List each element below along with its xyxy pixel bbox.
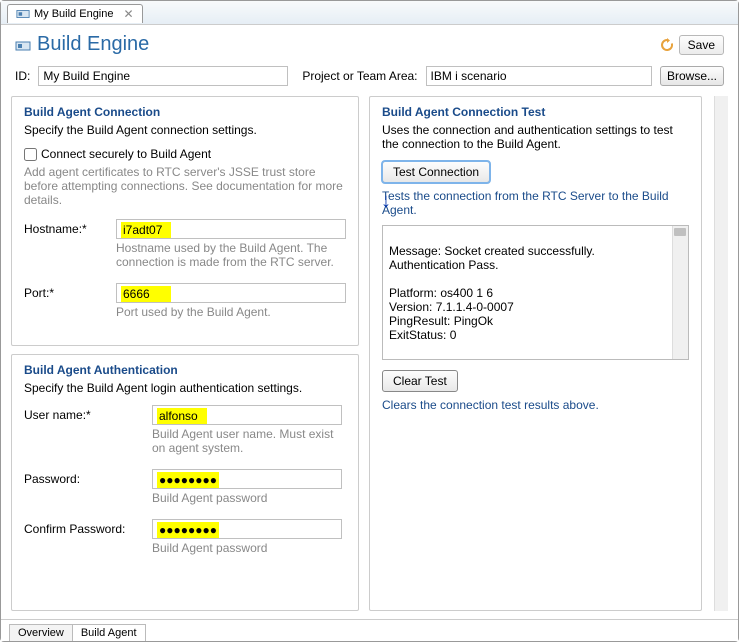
confirm-password-value: ●●●●●●●● [157,522,219,538]
scrollbar[interactable] [672,226,688,359]
area-input[interactable] [426,66,652,86]
secure-label: Connect securely to Build Agent [41,147,211,161]
test-results[interactable]: Message: Socket created successfully. Au… [382,225,689,360]
editor-tab-bar: My Build Engine ✕ [1,1,738,25]
secure-hint: Add agent certificates to RTC server's J… [24,165,346,207]
clear-test-button[interactable]: Clear Test [382,370,458,392]
confirm-password-hint: Build Agent password [152,541,346,555]
password-input[interactable]: ●●●●●●●● [152,469,342,489]
port-hint: Port used by the Build Agent. [116,305,346,319]
password-label: Password: [24,469,144,486]
id-row: ID: Project or Team Area: Browse... [1,60,738,96]
port-label: Port:* [24,283,108,300]
secure-checkbox[interactable] [24,148,37,161]
port-input[interactable]: 6666 [116,283,346,303]
auth-title: Build Agent Authentication [24,363,346,377]
hostname-input[interactable]: i7adt07 [116,219,346,239]
port-value: 6666 [121,286,171,302]
header: Build Engine Save [1,25,738,60]
vertical-scrollbar[interactable] [714,96,728,611]
area-label: Project or Team Area: [302,69,417,83]
connection-title: Build Agent Connection [24,105,346,119]
test-hint: Tests the connection from the RTC Server… [382,189,689,217]
editor-tab[interactable]: My Build Engine ✕ [7,4,143,23]
clear-hint: Clears the connection test results above… [382,398,689,412]
test-title: Build Agent Connection Test [382,105,689,119]
id-input[interactable] [38,66,288,86]
bottom-tab-bar: Overview Build Agent [1,619,738,641]
engine-icon [15,37,31,53]
tab-overview[interactable]: Overview [9,624,73,641]
hostname-hint: Hostname used by the Build Agent. The co… [116,241,346,269]
confirm-password-label: Confirm Password: [24,519,144,536]
username-hint: Build Agent user name. Must exist on age… [152,427,346,455]
close-icon[interactable]: ✕ [124,7,134,21]
refresh-icon[interactable] [659,37,675,53]
test-desc: Uses the connection and authentication s… [382,123,689,151]
auth-desc: Specify the Build Agent login authentica… [24,381,346,395]
hostname-label: Hostname:* [24,219,108,236]
connection-desc: Specify the Build Agent connection setti… [24,123,346,137]
password-value: ●●●●●●●● [157,472,219,488]
engine-icon [16,7,30,21]
save-button[interactable]: Save [679,35,724,55]
page-title: Build Engine [15,33,659,56]
test-results-text: Message: Socket created successfully. Au… [389,244,595,342]
connection-panel: Build Agent Connection Specify the Build… [11,96,359,346]
username-value: alfonso [157,408,207,424]
tab-build-agent[interactable]: Build Agent [72,624,146,641]
browse-button[interactable]: Browse... [660,66,724,86]
test-panel: Build Agent Connection Test Uses the con… [369,96,702,611]
tab-title: My Build Engine [34,8,114,20]
confirm-password-input[interactable]: ●●●●●●●● [152,519,342,539]
test-connection-button[interactable]: Test Connection [382,161,490,183]
username-label: User name:* [24,405,144,422]
username-input[interactable]: alfonso [152,405,342,425]
hostname-value: i7adt07 [121,222,171,238]
auth-panel: Build Agent Authentication Specify the B… [11,354,359,611]
password-hint: Build Agent password [152,491,346,505]
id-label: ID: [15,69,30,83]
